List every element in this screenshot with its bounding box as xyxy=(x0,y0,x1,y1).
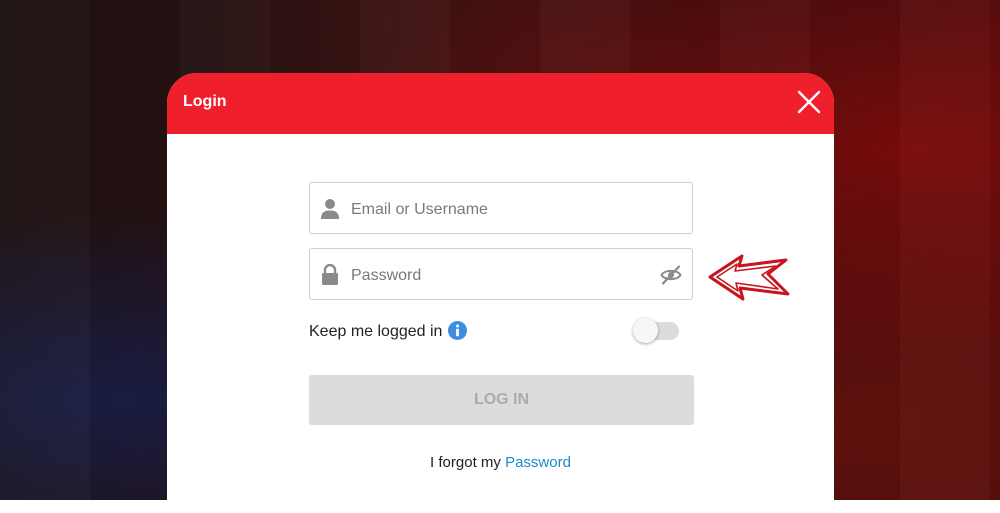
close-icon xyxy=(797,90,821,114)
password-placeholder: Password xyxy=(351,267,422,284)
close-button[interactable] xyxy=(796,89,822,115)
info-icon[interactable] xyxy=(448,321,467,340)
forgot-text: I forgot my xyxy=(430,454,501,471)
email-placeholder: Email or Username xyxy=(351,201,488,218)
toggle-knob xyxy=(633,318,658,343)
forgot-password-link[interactable]: Password xyxy=(505,454,571,471)
email-field[interactable]: Email or Username xyxy=(309,182,693,234)
eye-slash-icon[interactable] xyxy=(660,264,682,286)
login-button[interactable]: LOG IN xyxy=(309,375,694,425)
lock-icon xyxy=(322,264,338,285)
remember-label: Keep me logged in xyxy=(309,323,443,340)
modal-title: Login xyxy=(183,93,227,110)
modal-header: Login xyxy=(167,73,834,134)
password-field[interactable]: Password xyxy=(309,248,693,300)
user-icon xyxy=(321,199,339,219)
remember-toggle[interactable] xyxy=(633,318,680,343)
arrow-left-icon xyxy=(708,254,790,301)
forgot-password-row: I forgot my Password xyxy=(167,454,834,471)
